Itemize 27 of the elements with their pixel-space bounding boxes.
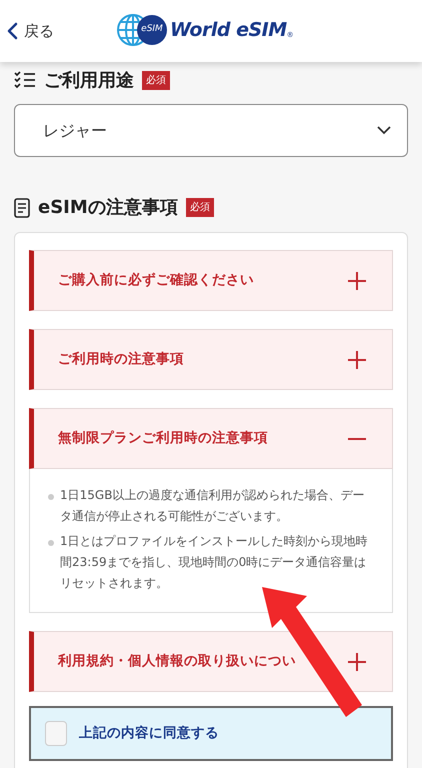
accordion-header[interactable]: ご購入前に必ずご確認ください bbox=[29, 250, 393, 311]
usage-select[interactable]: レジャー bbox=[14, 104, 408, 157]
note-text: 1日15GB以上の過度な通信利用が認められた場合、データ通信が停止される可能性がございます。 bbox=[60, 487, 366, 525]
section-title: ご利用用途 bbox=[44, 68, 134, 92]
section-title: eSIMの注意事項 bbox=[38, 196, 178, 220]
chevron-down-icon bbox=[377, 126, 391, 135]
chevron-left-icon bbox=[6, 22, 18, 40]
logo-badge: eSIM bbox=[137, 15, 167, 45]
agree-label: 上記の内容に同意する bbox=[79, 724, 219, 744]
minus-icon bbox=[348, 438, 366, 440]
required-badge: 必須 bbox=[186, 198, 214, 217]
accordion-header[interactable]: ご利用時の注意事項 bbox=[29, 329, 393, 390]
accordion-header[interactable]: 無制限プランご利用時の注意事項 bbox=[29, 408, 393, 469]
logo-text: World eSIM bbox=[170, 18, 287, 43]
plus-icon bbox=[348, 272, 366, 290]
agree-checkbox-row[interactable]: 上記の内容に同意する bbox=[29, 706, 393, 761]
bullet-icon bbox=[48, 540, 54, 546]
plus-icon bbox=[348, 350, 366, 368]
checklist-icon bbox=[14, 71, 36, 89]
accordion-header[interactable]: 利用規約・個人情報の取り扱いについ bbox=[29, 631, 393, 692]
bullet-icon bbox=[48, 494, 54, 500]
plus-icon bbox=[348, 652, 366, 670]
back-button[interactable]: 戻る bbox=[6, 20, 54, 42]
checkbox[interactable] bbox=[45, 721, 67, 746]
document-icon bbox=[14, 198, 30, 218]
note-text: 1日とはプロファイルをインストールした時刻から現地時間23:59までを指し、現地時間の0時にデータ通信容量はリセットされます。 bbox=[60, 533, 369, 592]
required-badge: 必須 bbox=[142, 70, 170, 90]
